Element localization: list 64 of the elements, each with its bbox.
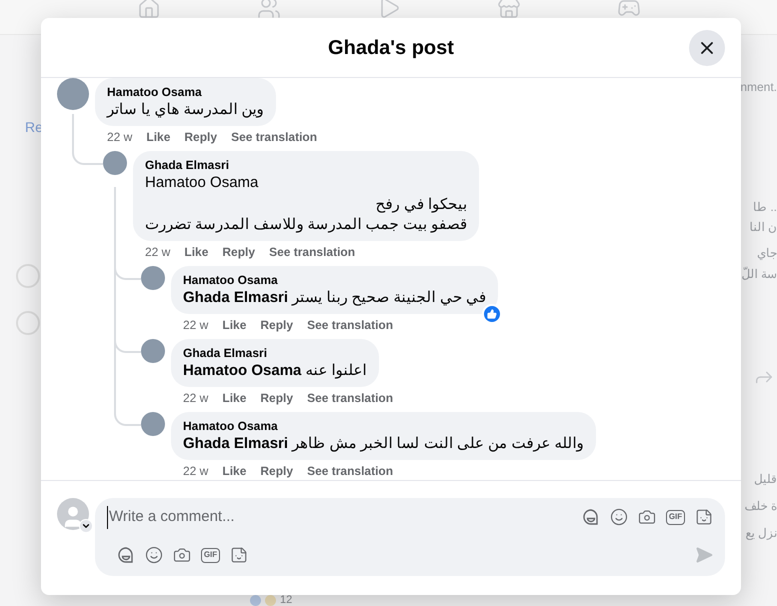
comment-text: قصفو بيت جمب المدرسة وللاسف المدرسة تضررت (145, 215, 468, 235)
comment-author[interactable]: Ghada Elmasri (183, 345, 367, 361)
avatar-photo-placeholder[interactable] (57, 78, 89, 110)
comment-action-link[interactable]: See translation (231, 129, 318, 145)
avatar-sticker-icon[interactable] (582, 508, 600, 526)
mention-link[interactable]: Hamatoo Osama (145, 173, 468, 193)
comment-input[interactable]: Write a comment... GIF GIF (95, 498, 725, 576)
comment-time[interactable]: 22 w (107, 129, 132, 145)
comment-action-link[interactable]: See translation (307, 317, 394, 333)
background-text: ة خلف (744, 498, 777, 515)
avatar-photo-placeholder[interactable] (141, 266, 165, 290)
comment-action-link[interactable]: Reply (260, 390, 294, 406)
emoji-icon[interactable] (610, 508, 628, 526)
background-text: سة اللّ (742, 266, 777, 283)
comment-text: بيحكوا في رفح (374, 195, 468, 215)
comment-action-link[interactable]: Like (222, 317, 246, 333)
reaction-icon (265, 595, 276, 606)
comment-action-link[interactable]: Like (222, 390, 246, 406)
people-icon[interactable] (256, 0, 280, 20)
comment-field[interactable]: Write a comment... (107, 506, 582, 528)
chevron-down-icon[interactable] (79, 519, 93, 533)
camera-icon[interactable] (638, 508, 656, 526)
reaction-icon (250, 595, 261, 606)
background-text: nment. (740, 79, 777, 96)
comment-action-link[interactable]: See translation (269, 244, 356, 260)
background-text: نزل يع (746, 525, 777, 542)
comment-action-link[interactable]: Reply (260, 317, 294, 333)
comment-action-link[interactable]: See translation (307, 390, 394, 406)
comment-action-link[interactable]: Reply (184, 129, 218, 145)
comment-action-link[interactable]: See translation (307, 463, 394, 479)
close-button[interactable] (689, 30, 725, 66)
avatar-photo-placeholder[interactable] (103, 151, 127, 175)
background-text: قليل (754, 471, 777, 488)
comment-text: وين المدرسة هاي يا ساتر (107, 100, 264, 120)
gif-icon[interactable]: GIF (666, 510, 685, 525)
comment-time[interactable]: 22 w (183, 463, 208, 479)
send-icon[interactable] (695, 546, 713, 564)
sticker-icon[interactable] (230, 546, 248, 564)
background-text: .. طا (752, 199, 777, 216)
emoji-icon[interactable] (145, 546, 163, 564)
reaction-count[interactable]: 12 (280, 595, 292, 606)
comment-action-link[interactable]: Reply (260, 463, 294, 479)
dialog-title: Ghada's post (328, 36, 454, 60)
store-icon[interactable] (496, 0, 520, 20)
background-text: جاي (757, 245, 777, 262)
background-text: ن النا (750, 219, 777, 236)
comment-time[interactable]: 22 w (183, 390, 208, 406)
comment-author[interactable]: Ghada Elmasri (145, 157, 468, 173)
comment-action-link[interactable]: Like (146, 129, 170, 145)
comment-time[interactable]: 22 w (145, 244, 170, 260)
comment-action-link[interactable]: Like (222, 463, 246, 479)
avatar-sticker-icon[interactable] (117, 546, 135, 564)
avatar-photo-placeholder[interactable] (141, 412, 165, 436)
home-icon[interactable] (136, 0, 160, 20)
camera-icon[interactable] (173, 546, 191, 564)
gif-icon[interactable]: GIF (201, 548, 220, 562)
comment-author[interactable]: Hamatoo Osama (183, 272, 486, 288)
comment-author[interactable]: Hamatoo Osama (183, 418, 584, 434)
comment-author[interactable]: Hamatoo Osama (107, 84, 264, 100)
comment-time[interactable]: 22 w (183, 317, 208, 333)
comment-action-link[interactable]: Like (184, 244, 208, 260)
comment-action-link[interactable]: Reply (222, 244, 256, 260)
sticker-icon[interactable] (695, 508, 713, 526)
avatar-photo-placeholder[interactable] (141, 339, 165, 363)
